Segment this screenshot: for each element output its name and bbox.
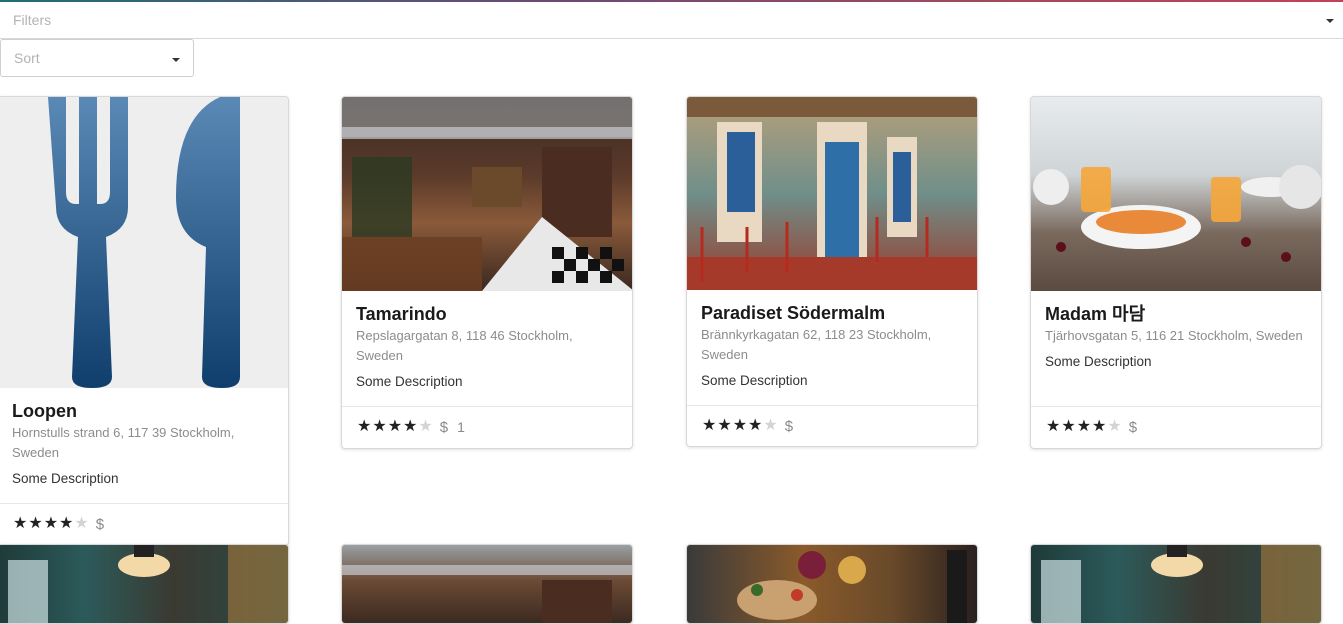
star-rating: ★ ★ ★ ★ ★	[702, 418, 779, 434]
star-icon: ★	[748, 417, 763, 434]
breakfast-table-photo	[1033, 165, 1321, 262]
bar-interior-photo	[342, 97, 632, 291]
restaurant-name[interactable]: Madam 마담	[1045, 303, 1307, 325]
price-level: $	[439, 418, 449, 436]
cafe-counter-photo	[8, 545, 288, 623]
sort-select[interactable]: Sort	[0, 39, 194, 77]
restaurant-description: Some Description	[1045, 354, 1152, 369]
star-icon: ★	[59, 515, 74, 532]
restaurant-card-loopen[interactable]: Loopen Hornstulls strand 6, 117 39 Stock…	[0, 96, 289, 546]
restaurant-name[interactable]: Tamarindo	[356, 303, 618, 325]
restaurant-address: Hornstulls strand 6, 117 39 Stockholm, S…	[12, 425, 235, 460]
restaurant-card[interactable]	[1030, 544, 1322, 624]
star-icon: ★	[357, 418, 372, 435]
price-level: $	[95, 515, 105, 533]
star-icon: ★	[372, 418, 387, 435]
restaurant-card[interactable]	[0, 544, 289, 624]
restaurant-card[interactable]	[686, 544, 978, 624]
restaurant-image	[1031, 97, 1321, 291]
star-icon: ★	[1061, 418, 1076, 435]
cafe-facade-photo	[687, 97, 977, 290]
sort-placeholder: Sort	[14, 50, 40, 66]
card-footer: ★ ★ ★ ★ ★ $ 1	[342, 406, 632, 447]
filters-placeholder: Filters	[13, 12, 52, 28]
star-icon: ★	[418, 418, 433, 435]
star-icon: ★	[732, 417, 748, 434]
restaurant-image	[342, 545, 632, 623]
restaurant-image	[342, 97, 632, 291]
restaurant-address: Tjärhovsgatan 5, 116 21 Stockholm, Swede…	[1045, 328, 1303, 343]
star-icon: ★	[403, 418, 418, 435]
restaurant-card-tamarindo[interactable]: Tamarindo Repslagargatan 8, 118 46 Stock…	[341, 96, 633, 449]
star-icon: ★	[13, 515, 28, 532]
restaurant-image	[687, 97, 977, 290]
star-icon: ★	[1046, 418, 1061, 435]
bar-interior-photo	[342, 565, 632, 623]
star-rating: ★ ★ ★ ★ ★	[13, 516, 90, 532]
chevron-down-icon[interactable]	[1326, 19, 1334, 23]
star-icon: ★	[387, 418, 403, 435]
card-footer: ★ ★ ★ ★ ★ $	[687, 405, 977, 446]
price-level: $	[1128, 418, 1138, 436]
chevron-down-icon[interactable]	[172, 58, 180, 62]
restaurant-card-paradiset[interactable]: Paradiset Södermalm Brännkyrkagatan 62, …	[686, 96, 978, 447]
star-icon: ★	[28, 515, 43, 532]
restaurant-card-madam[interactable]: Madam 마담 Tjärhovsgatan 5, 116 21 Stockho…	[1030, 96, 1322, 449]
review-count: 1	[457, 419, 465, 435]
restaurant-address: Brännkyrkagatan 62, 118 23 Stockholm, Sw…	[701, 327, 932, 362]
restaurant-description: Some Description	[701, 373, 808, 388]
star-icon: ★	[1076, 418, 1092, 435]
star-icon: ★	[717, 417, 732, 434]
food-platter-photo	[737, 550, 967, 623]
restaurant-image	[1031, 545, 1321, 623]
restaurant-image	[687, 545, 977, 623]
star-rating: ★ ★ ★ ★ ★	[1046, 419, 1123, 435]
restaurant-description: Some Description	[12, 471, 119, 486]
restaurant-image	[0, 545, 288, 623]
star-icon: ★	[43, 515, 59, 532]
cafe-counter-photo	[1041, 545, 1321, 623]
restaurant-name[interactable]: Paradiset Södermalm	[701, 302, 963, 324]
star-icon: ★	[763, 417, 778, 434]
star-icon: ★	[74, 515, 89, 532]
star-icon: ★	[702, 417, 717, 434]
filters-select[interactable]: Filters	[0, 2, 1343, 39]
restaurant-description: Some Description	[356, 374, 463, 389]
card-footer: ★ ★ ★ ★ ★ $	[1031, 406, 1321, 447]
fork-knife-icon	[48, 97, 240, 388]
price-level: $	[784, 417, 794, 435]
restaurant-name[interactable]: Loopen	[12, 400, 274, 422]
card-footer: ★ ★ ★ ★ ★ $	[0, 503, 288, 544]
restaurant-image	[0, 97, 288, 388]
star-icon: ★	[1107, 418, 1122, 435]
restaurant-address: Repslagargatan 8, 118 46 Stockholm, Swed…	[356, 328, 573, 363]
star-icon: ★	[1092, 418, 1107, 435]
restaurant-card[interactable]	[341, 544, 633, 624]
star-rating: ★ ★ ★ ★ ★	[357, 419, 434, 435]
